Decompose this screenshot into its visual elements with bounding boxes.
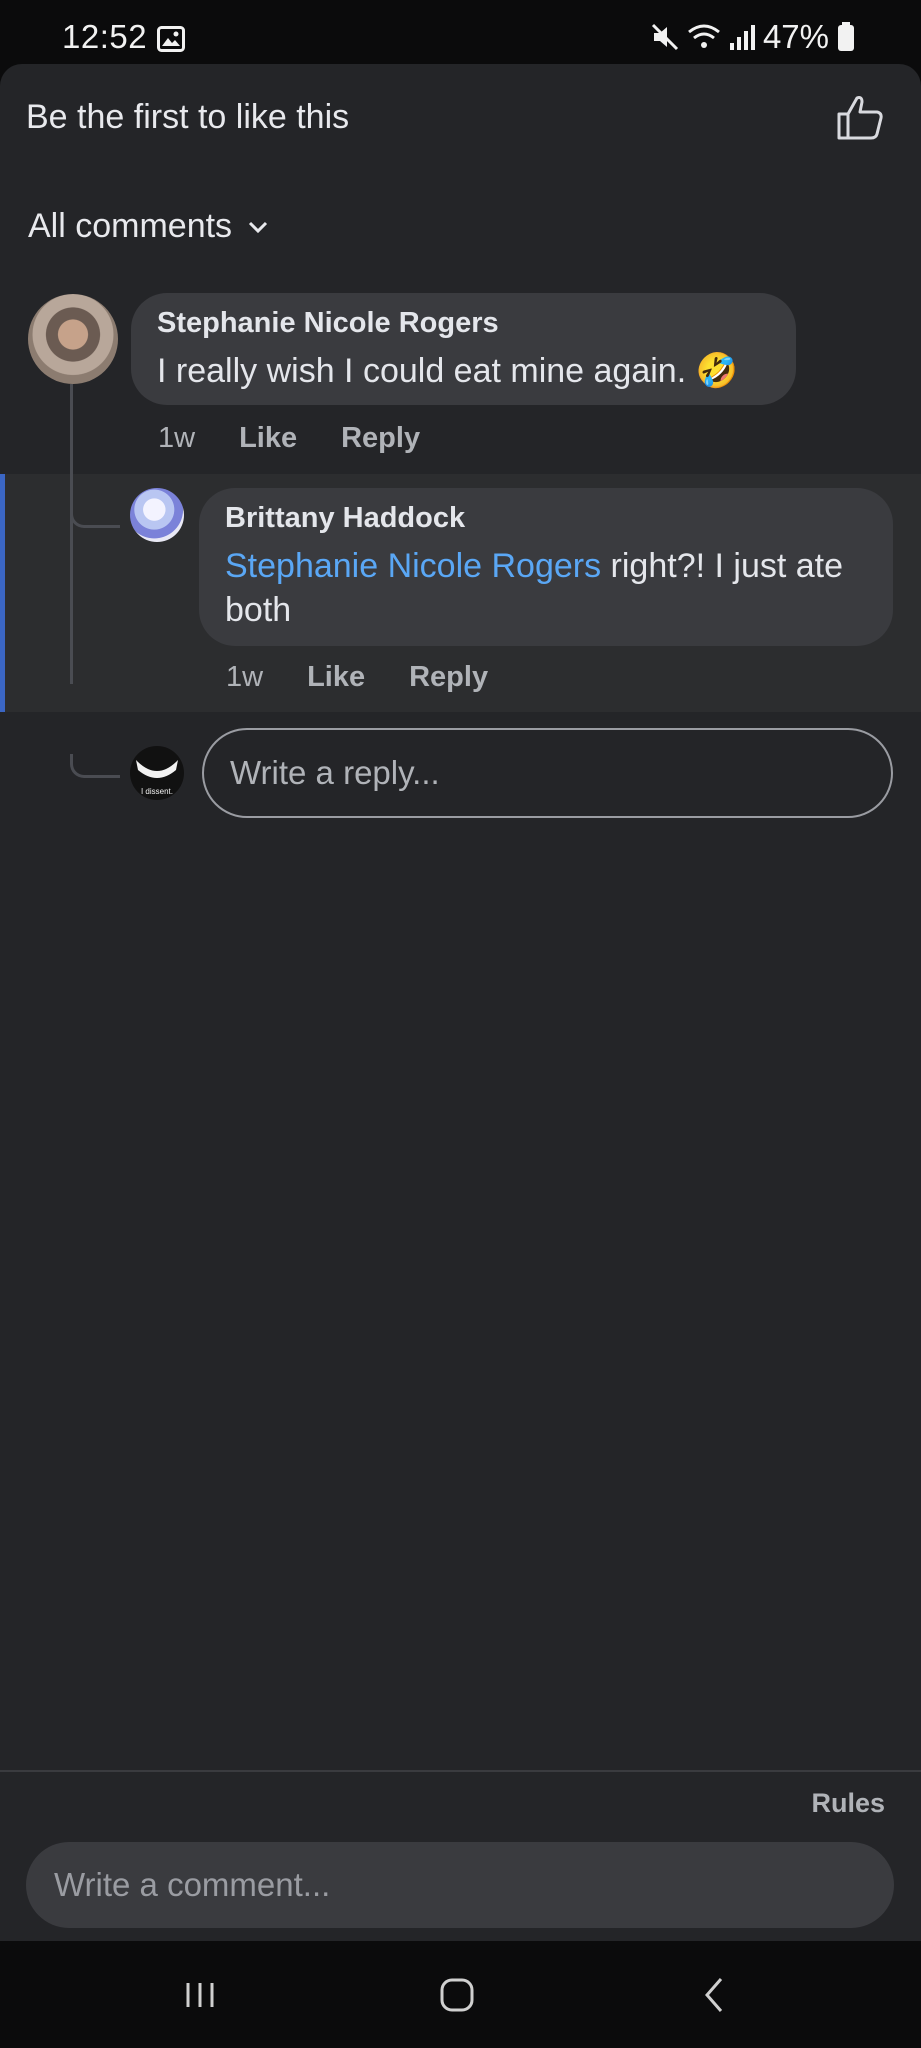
likes-summary: Be the first to like this [26,98,350,136]
comments-sheet: Be the first to like this All comments S… [0,64,921,1941]
comment-bubble[interactable]: Stephanie Nicole Rogers I really wish I … [131,293,796,405]
comment-text-row: I really wish I could eat mine again. 🤣 [157,349,738,393]
avatar[interactable] [28,294,118,384]
comment-author[interactable]: Stephanie Nicole Rogers [157,307,499,340]
mute-icon [651,23,678,51]
comment-text: I really wish I could eat mine again. [157,352,687,390]
filter-label: All comments [28,207,233,245]
reply-time: 1w [226,661,264,693]
battery-percent: 47% [762,18,829,55]
highlight-bar [0,474,5,712]
reply-text: Stephanie Nicole Rogers right?! I just a… [225,544,865,632]
laughing-emoji: 🤣 [695,351,738,391]
system-nav-bar [0,1941,921,2048]
like-button[interactable]: Like [307,661,365,694]
status-icons: 47% [651,18,855,56]
reply-button[interactable]: Reply [341,422,420,455]
comment-filter-dropdown[interactable]: All comments [28,207,270,246]
wifi-icon [688,24,720,48]
status-bar: 12:52 47% [0,0,921,64]
reply-actions: 1w Like Reply [226,661,488,694]
signal-icon [729,25,755,50]
thread-branch [70,504,120,528]
avatar[interactable] [130,488,184,542]
status-time: 12:52 [62,18,148,55]
reply-bubble[interactable]: Brittany Haddock Stephanie Nicole Rogers… [199,488,893,646]
thread-line [70,384,73,684]
back-icon[interactable] [685,1965,745,2025]
avatar: I dissent. [130,746,184,800]
rules-link[interactable]: Rules [811,1788,885,1819]
like-button[interactable]: Like [239,422,297,455]
reply-input[interactable]: Write a reply... [202,728,893,818]
comment-input[interactable]: Write a comment... [26,1842,894,1928]
mention-link[interactable]: Stephanie Nicole Rogers [225,547,601,585]
chevron-down-icon [249,221,268,233]
collar-logo-icon: I dissent. [136,760,178,796]
thread-branch [70,754,120,778]
comment-actions: 1w Like Reply [158,422,420,455]
comment-time: 1w [158,422,196,454]
divider [0,1770,921,1772]
reply-button[interactable]: Reply [409,661,488,694]
home-icon[interactable] [427,1965,487,2025]
recent-apps-icon[interactable] [170,1965,230,2025]
reply-author[interactable]: Brittany Haddock [225,502,465,535]
avatar-caption: I dissent. [141,787,173,796]
battery-icon [838,22,854,51]
like-icon[interactable] [835,92,885,142]
image-notification-icon [157,26,185,52]
